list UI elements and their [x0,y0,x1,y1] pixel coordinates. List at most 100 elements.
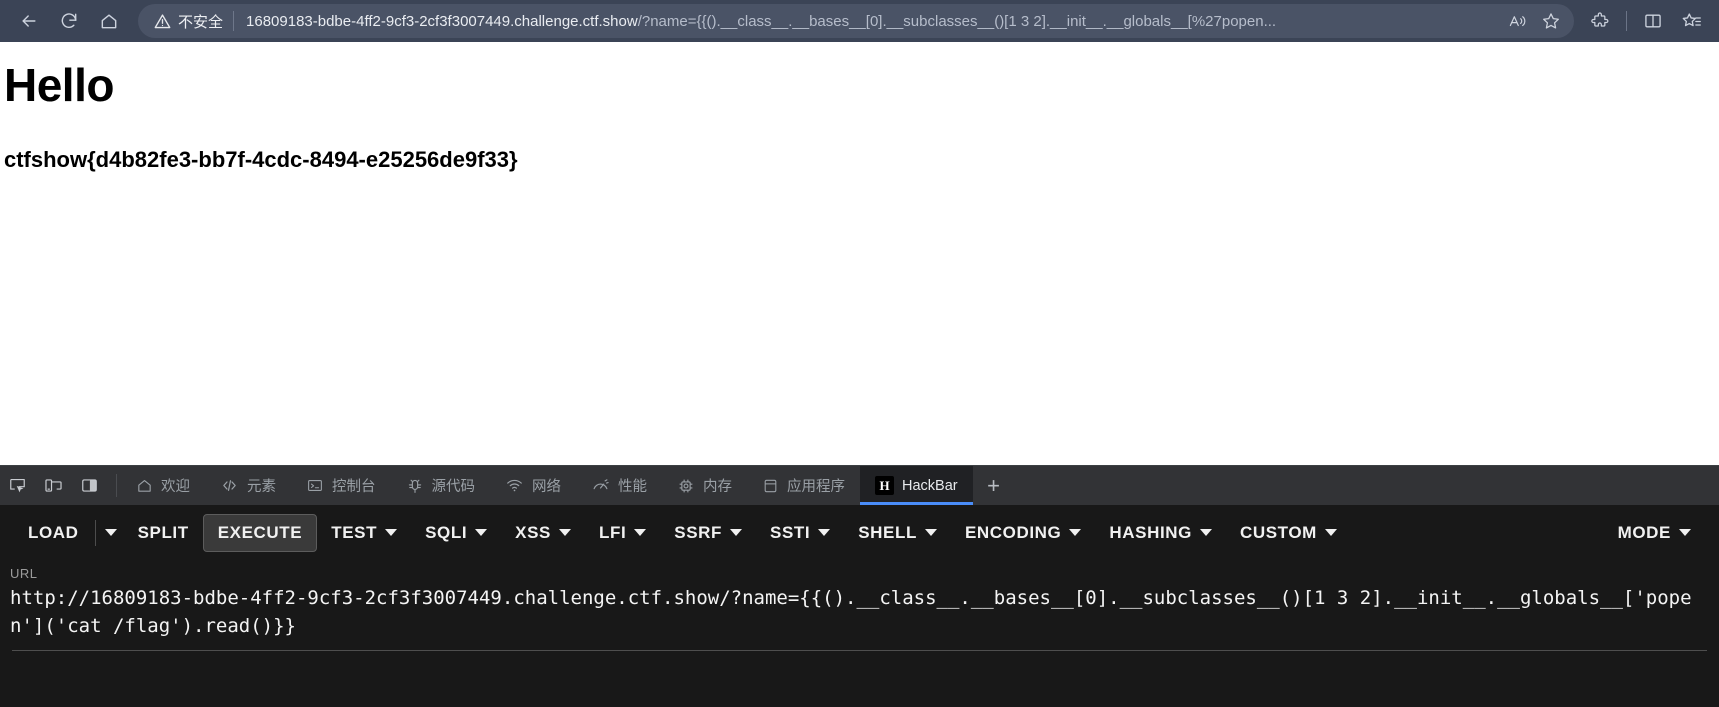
tab-sources[interactable]: 源代码 [391,466,491,505]
omnibox-divider [233,11,235,31]
device-toolbar-icon [44,479,62,492]
chevron-down-icon [385,529,398,536]
tab-label: 应用程序 [787,479,845,495]
address-bar[interactable]: 不安全 16809183-bdbe-4ff2-9cf3-2cf3f3007449… [138,4,1574,38]
chevron-down-icon [730,529,743,536]
home-icon [136,477,153,494]
mode-label: MODE [1617,522,1671,542]
home-icon [101,14,117,29]
tab-elements[interactable]: 元素 [205,466,291,505]
test-label: TEST [331,522,378,542]
custom-menu[interactable]: CUSTOM [1226,515,1351,551]
toolbar-divider [94,519,96,546]
load-button[interactable]: LOAD [14,515,93,551]
network-wifi-icon [505,477,524,494]
tab-hackbar[interactable]: H HackBar [860,466,973,505]
devtools-tabbar: 欢迎 元素 控制台 源代码 网络 性能 内存 应用程序 H HackBar + [0,466,1719,505]
security-status-label: 不安全 [178,13,224,31]
load-dropdown-button[interactable] [98,521,124,544]
chevron-down-icon [634,529,647,536]
back-button[interactable] [10,4,48,38]
tab-label: 控制台 [332,479,376,495]
refresh-button[interactable] [50,4,88,38]
memory-chip-icon [677,477,695,495]
tab-label: HackBar [902,477,958,494]
add-tab-button[interactable]: + [973,466,1015,505]
hashing-menu[interactable]: HASHING [1095,515,1226,551]
browser-toolbar: 不安全 16809183-bdbe-4ff2-9cf3-2cf3f3007449… [0,0,1719,42]
tab-label: 网络 [532,479,561,495]
page-heading: Hello [4,59,114,111]
gauge-icon [591,477,610,494]
lfi-label: LFI [599,522,627,542]
home-button[interactable] [90,4,128,38]
extensions-button[interactable] [1582,4,1618,38]
chevron-down-icon [924,529,937,536]
chevron-down-icon [104,529,117,536]
test-menu[interactable]: TEST [317,515,411,551]
encoding-label: ENCODING [964,522,1062,542]
sqli-menu[interactable]: SQLI [411,515,501,551]
split-button[interactable]: SPLIT [124,515,203,551]
page-content: Hello ctfshow{d4b82fe3-bb7f-4cdc-8494-e2… [0,42,1719,465]
flag-text: ctfshow{d4b82fe3-bb7f-4cdc-8494-e25256de… [4,146,518,172]
hackbar-badge-icon: H [875,476,894,495]
execute-button[interactable]: EXECUTE [202,513,318,552]
tab-label: 源代码 [431,479,476,495]
tab-label: 元素 [247,479,276,495]
devtools-tabs: 欢迎 元素 控制台 源代码 网络 性能 内存 应用程序 H HackBar [121,466,973,505]
ssrf-menu[interactable]: SSRF [660,515,756,551]
toolbar-divider [1626,11,1627,31]
device-toolbar-button[interactable] [38,472,68,500]
field-divider [12,650,1707,652]
chevron-down-icon [559,529,571,536]
dock-side-icon [81,479,97,492]
tab-performance[interactable]: 性能 [576,466,662,505]
split-screen-button[interactable] [1635,4,1671,38]
bug-icon [406,477,424,495]
database-icon [762,477,779,495]
warning-triangle-icon [154,13,171,30]
star-list-icon [1682,12,1701,26]
shell-label: SHELL [858,522,917,542]
dock-side-button[interactable] [74,472,104,500]
mode-menu[interactable]: MODE [1604,515,1705,551]
browser-toolbar-right [1582,4,1709,38]
devtools-tool-icons [0,466,112,505]
console-icon [306,477,324,494]
favorite-star-icon[interactable] [1534,6,1568,36]
chevron-down-icon [1069,529,1082,536]
inspect-element-icon [9,478,25,493]
ssti-menu[interactable]: SSTI [756,515,844,551]
url-input[interactable]: http://16809183-bdbe-4ff2-9cf3-2cf3f3007… [8,585,1711,640]
xss-label: XSS [515,522,551,542]
tab-label: 内存 [703,479,732,495]
sqli-label: SQLI [425,522,468,542]
refresh-icon [61,13,77,28]
tabbar-divider [116,474,117,497]
tab-console[interactable]: 控制台 [291,466,391,505]
arrow-left-icon [22,15,36,27]
url-host: 16809183-bdbe-4ff2-9cf3-2cf3f3007449.cha… [246,12,638,30]
shell-menu[interactable]: SHELL [844,515,951,551]
lfi-menu[interactable]: LFI [585,515,660,551]
tab-network[interactable]: 网络 [490,466,576,505]
chevron-down-icon [1199,529,1212,536]
tab-label: 欢迎 [161,479,190,495]
tab-application[interactable]: 应用程序 [747,466,860,505]
encoding-menu[interactable]: ENCODING [951,515,1095,551]
read-aloud-icon[interactable] [1500,6,1534,36]
xss-menu[interactable]: XSS [501,515,585,551]
url-field-label: URL [10,566,38,581]
hackbar-body: URL http://16809183-bdbe-4ff2-9cf3-2cf3f… [0,560,1719,707]
chevron-down-icon [818,529,831,536]
tab-welcome[interactable]: 欢迎 [121,466,205,505]
chevron-down-icon [1679,529,1691,536]
tab-label: 性能 [618,479,647,495]
inspect-element-button[interactable] [2,472,32,500]
hackbar-toolbar: LOAD SPLIT EXECUTE TEST SQLI XSS LFI SSR… [0,505,1719,560]
custom-label: CUSTOM [1239,522,1317,542]
tab-memory[interactable]: 内存 [662,466,747,505]
chevron-down-icon [1324,529,1337,536]
collections-button[interactable] [1673,4,1709,38]
